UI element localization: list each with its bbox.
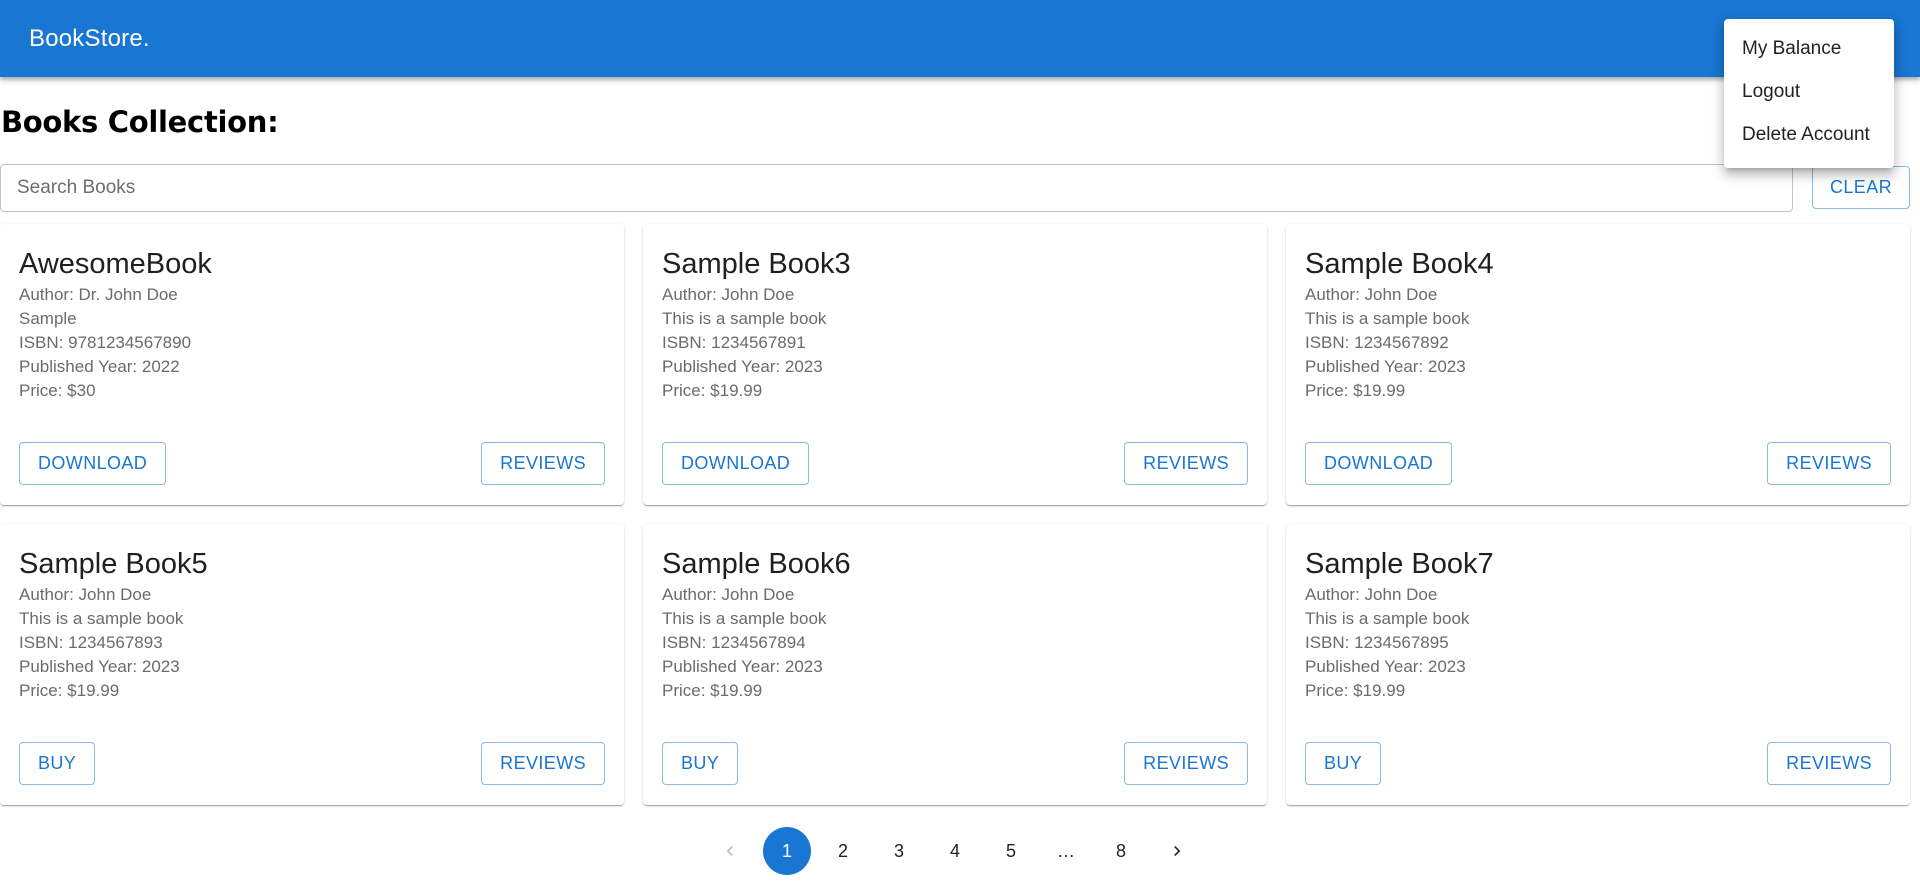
download-button[interactable]: DOWNLOAD [19,442,167,485]
book-description: This is a sample book [662,609,827,628]
pagination-ellipsis: … [1057,840,1075,861]
app-bar: BookStore. [0,0,1920,77]
book-isbn: ISBN: 1234567892 [1305,333,1449,352]
book-price: Price: $19.99 [1305,681,1406,700]
page-title: Books Collection: [1,105,279,139]
page-button-1[interactable]: 1 [763,827,811,875]
book-details: Author: John Doe This is a sample book I… [19,583,183,703]
book-year: Published Year: 2022 [19,357,180,376]
book-price: Price: $19.99 [1305,381,1406,400]
book-year: Published Year: 2023 [19,657,180,676]
book-author: Author: John Doe [1305,585,1438,604]
book-card: Sample Book4 Author: John Doe This is a … [1286,224,1910,505]
buy-button[interactable]: BUY [19,742,96,785]
menu-item-delete-account[interactable]: Delete Account [1724,113,1894,156]
book-year: Published Year: 2023 [662,657,823,676]
book-details: Author: Dr. John Doe Sample ISBN: 978123… [19,283,191,403]
reviews-button[interactable]: REVIEWS [481,442,605,485]
book-details: Author: John Doe This is a sample book I… [662,283,826,403]
search-input[interactable] [0,164,1793,212]
page-button-4[interactable]: 4 [931,827,979,875]
book-isbn: ISBN: 1234567891 [662,333,806,352]
menu-item-logout[interactable]: Logout [1724,70,1894,113]
book-year: Published Year: 2023 [1305,357,1466,376]
brand-logo[interactable]: BookStore. [29,25,150,53]
book-description: This is a sample book [19,609,184,628]
book-card: AwesomeBook Author: Dr. John Doe Sample … [0,224,624,505]
book-price: Price: $19.99 [19,681,120,700]
book-title: Sample Book4 [1305,248,1494,280]
reviews-button[interactable]: REVIEWS [1767,442,1891,485]
book-details: Author: John Doe This is a sample book I… [1305,283,1469,403]
book-title: Sample Book7 [1305,548,1494,580]
download-button[interactable]: DOWNLOAD [1305,442,1453,485]
chevron-left-icon[interactable] [706,827,754,875]
book-author: Author: John Doe [19,585,152,604]
book-card: Sample Book5 Author: John Doe This is a … [0,524,624,805]
book-title: Sample Book3 [662,248,851,280]
book-author: Author: John Doe [1305,285,1438,304]
book-author: Author: John Doe [662,285,795,304]
book-title: Sample Book6 [662,548,851,580]
page-button-3[interactable]: 3 [875,827,923,875]
book-title: Sample Book5 [19,548,208,580]
book-title: AwesomeBook [19,248,212,280]
book-card: Sample Book3 Author: John Doe This is a … [643,224,1267,505]
book-author: Author: John Doe [662,585,795,604]
download-button[interactable]: DOWNLOAD [662,442,810,485]
page-button-5[interactable]: 5 [987,827,1035,875]
book-description: This is a sample book [662,309,827,328]
book-price: Price: $19.99 [662,681,763,700]
book-details: Author: John Doe This is a sample book I… [1305,583,1469,703]
books-grid: AwesomeBook Author: Dr. John Doe Sample … [0,224,1910,805]
book-card: Sample Book7 Author: John Doe This is a … [1286,524,1910,805]
book-description: This is a sample book [1305,309,1470,328]
book-price: Price: $30 [19,381,96,400]
book-details: Author: John Doe This is a sample book I… [662,583,826,703]
buy-button[interactable]: BUY [662,742,739,785]
reviews-button[interactable]: REVIEWS [1767,742,1891,785]
reviews-button[interactable]: REVIEWS [1124,442,1248,485]
clear-button[interactable]: CLEAR [1812,166,1910,209]
book-year: Published Year: 2023 [662,357,823,376]
book-isbn: ISBN: 1234567893 [19,633,163,652]
book-year: Published Year: 2023 [1305,657,1466,676]
book-isbn: ISBN: 1234567894 [662,633,806,652]
book-price: Price: $19.99 [662,381,763,400]
page-button-2[interactable]: 2 [819,827,867,875]
menu-item-my-balance[interactable]: My Balance [1724,27,1894,70]
account-menu: My Balance Logout Delete Account [1724,19,1894,168]
book-isbn: ISBN: 1234567895 [1305,633,1449,652]
book-author: Author: Dr. John Doe [19,285,178,304]
pagination: 1 2 3 4 5 … 8 [0,827,1910,875]
buy-button[interactable]: BUY [1305,742,1382,785]
book-description: Sample [19,309,77,328]
book-isbn: ISBN: 9781234567890 [19,333,192,352]
reviews-button[interactable]: REVIEWS [481,742,605,785]
page-button-8[interactable]: 8 [1097,827,1145,875]
chevron-right-icon[interactable] [1153,827,1201,875]
book-card: Sample Book6 Author: John Doe This is a … [643,524,1267,805]
book-description: This is a sample book [1305,609,1470,628]
reviews-button[interactable]: REVIEWS [1124,742,1248,785]
